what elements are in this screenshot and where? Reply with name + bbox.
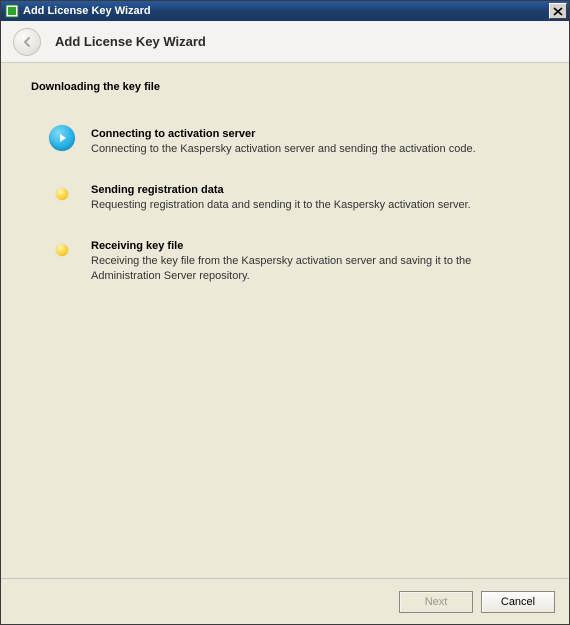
wizard-footer: Next Cancel: [1, 578, 569, 624]
step-text: Receiving key file Receiving the key fil…: [91, 239, 539, 284]
cancel-button[interactable]: Cancel: [481, 591, 555, 613]
pending-icon: [49, 237, 75, 263]
pending-icon: [49, 181, 75, 207]
step-connecting: Connecting to activation server Connecti…: [49, 127, 539, 157]
steps-list: Connecting to activation server Connecti…: [31, 127, 539, 283]
step-desc: Connecting to the Kaspersky activation s…: [91, 142, 539, 157]
titlebar: Add License Key Wizard: [1, 1, 569, 21]
app-icon: [5, 4, 19, 18]
step-desc: Receiving the key file from the Kaspersk…: [91, 254, 539, 284]
step-title: Connecting to activation server: [91, 128, 539, 140]
step-title: Receiving key file: [91, 240, 539, 252]
play-icon: [49, 125, 75, 151]
wizard-content: Downloading the key file Connecting to a…: [1, 63, 569, 578]
header-title: Add License Key Wizard: [55, 34, 206, 49]
wizard-header: Add License Key Wizard: [1, 21, 569, 63]
step-text: Connecting to activation server Connecti…: [91, 127, 539, 157]
close-icon: [553, 7, 563, 16]
step-title: Sending registration data: [91, 184, 539, 196]
step-receiving: Receiving key file Receiving the key fil…: [49, 239, 539, 284]
window-title: Add License Key Wizard: [23, 5, 549, 17]
back-button[interactable]: [13, 28, 41, 56]
next-button[interactable]: Next: [399, 591, 473, 613]
wizard-window: Add License Key Wizard Add License Key W…: [0, 0, 570, 625]
step-text: Sending registration data Requesting reg…: [91, 183, 539, 213]
back-arrow-icon: [20, 35, 34, 49]
close-button[interactable]: [549, 3, 567, 19]
step-sending: Sending registration data Requesting reg…: [49, 183, 539, 213]
section-title: Downloading the key file: [31, 81, 539, 93]
step-desc: Requesting registration data and sending…: [91, 198, 539, 213]
